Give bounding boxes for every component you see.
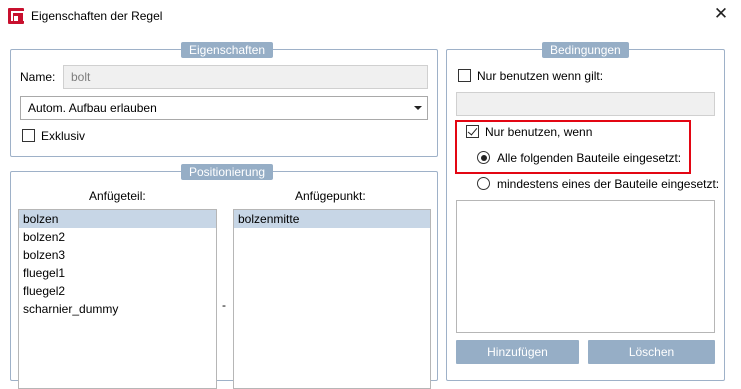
list-item[interactable]: bolzenmitte bbox=[234, 210, 430, 228]
anfuegepunkt-header: Anfügepunkt: bbox=[295, 189, 366, 203]
exklusiv-label: Exklusiv bbox=[41, 129, 86, 143]
mindestens-radio[interactable] bbox=[477, 177, 490, 190]
anfuegepunkt-list[interactable]: bolzenmitte bbox=[233, 209, 431, 389]
nur-wenn-gilt-checkbox[interactable] bbox=[458, 69, 471, 82]
bauteile-list[interactable] bbox=[456, 200, 715, 333]
delete-button[interactable]: Löschen bbox=[588, 340, 715, 364]
bedingungen-legend: Bedingungen bbox=[542, 42, 629, 58]
list-item[interactable]: fluegel1 bbox=[19, 264, 216, 282]
condition-field[interactable] bbox=[456, 92, 715, 116]
app-icon bbox=[8, 8, 25, 24]
mindestens-label: mindestens eines der Bauteile eingesetzt… bbox=[497, 177, 720, 191]
eigenschaften-group: Eigenschaften Name: bolt Autom. Aufbau e… bbox=[10, 42, 438, 157]
add-button[interactable]: Hinzufügen bbox=[456, 340, 579, 364]
positionierung-group: Positionierung Anfügeteil: Anfügepunkt: … bbox=[10, 164, 438, 389]
list-item[interactable]: bolzen2 bbox=[19, 228, 216, 246]
list-separator: - bbox=[222, 298, 226, 312]
title-bar: Eigenschaften der Regel ✕ bbox=[0, 0, 741, 34]
exklusiv-checkbox[interactable] bbox=[22, 129, 35, 142]
nur-wenn-gilt-label: Nur benutzen wenn gilt: bbox=[477, 69, 604, 83]
list-item[interactable]: scharnier_dummy bbox=[19, 300, 216, 318]
chevron-down-icon[interactable] bbox=[407, 97, 427, 119]
bedingungen-group: Bedingungen Nur benutzen wenn gilt: Nur … bbox=[446, 42, 725, 381]
eigenschaften-legend: Eigenschaften bbox=[181, 42, 274, 58]
list-item[interactable]: fluegel2 bbox=[19, 282, 216, 300]
anfuegeteil-list[interactable]: bolzen bolzen2 bolzen3 fluegel1 fluegel2 scha… bbox=[18, 209, 217, 389]
list-item[interactable]: bolzen3 bbox=[19, 246, 216, 264]
list-item[interactable]: bolzen bbox=[19, 210, 216, 228]
positionierung-legend: Positionierung bbox=[181, 164, 274, 180]
name-label: Name: bbox=[20, 70, 56, 84]
name-field[interactable]: bolt bbox=[63, 65, 428, 89]
window-title: Eigenschaften der Regel bbox=[31, 9, 163, 23]
close-icon[interactable]: ✕ bbox=[707, 2, 735, 28]
aufbau-combo[interactable]: Autom. Aufbau erlauben bbox=[20, 96, 428, 120]
aufbau-combo-value: Autom. Aufbau erlauben bbox=[28, 101, 157, 115]
highlight-box bbox=[455, 120, 691, 174]
anfuegeteil-header: Anfügeteil: bbox=[89, 189, 146, 203]
